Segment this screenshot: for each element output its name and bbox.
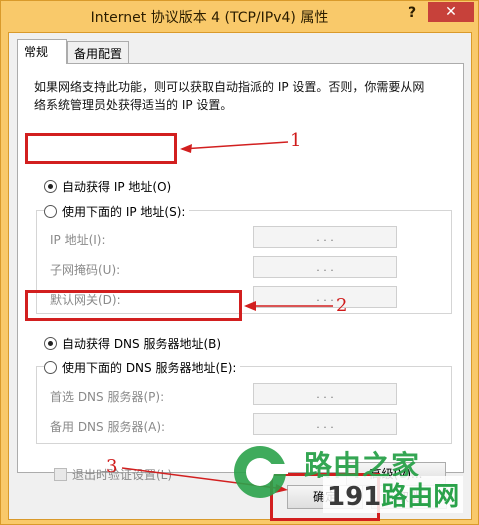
- annotation-number-2: 2: [336, 295, 348, 316]
- watermark-text-bottom: 191路由网: [323, 476, 464, 513]
- watermark-logo-icon: [234, 446, 288, 498]
- annotation-number-3: 3: [106, 456, 118, 477]
- watermark-site: 路由网: [381, 482, 460, 512]
- annotation-number-1: 1: [290, 130, 302, 151]
- tab-general[interactable]: 常规: [17, 39, 67, 64]
- watermark-number: 191: [327, 482, 382, 512]
